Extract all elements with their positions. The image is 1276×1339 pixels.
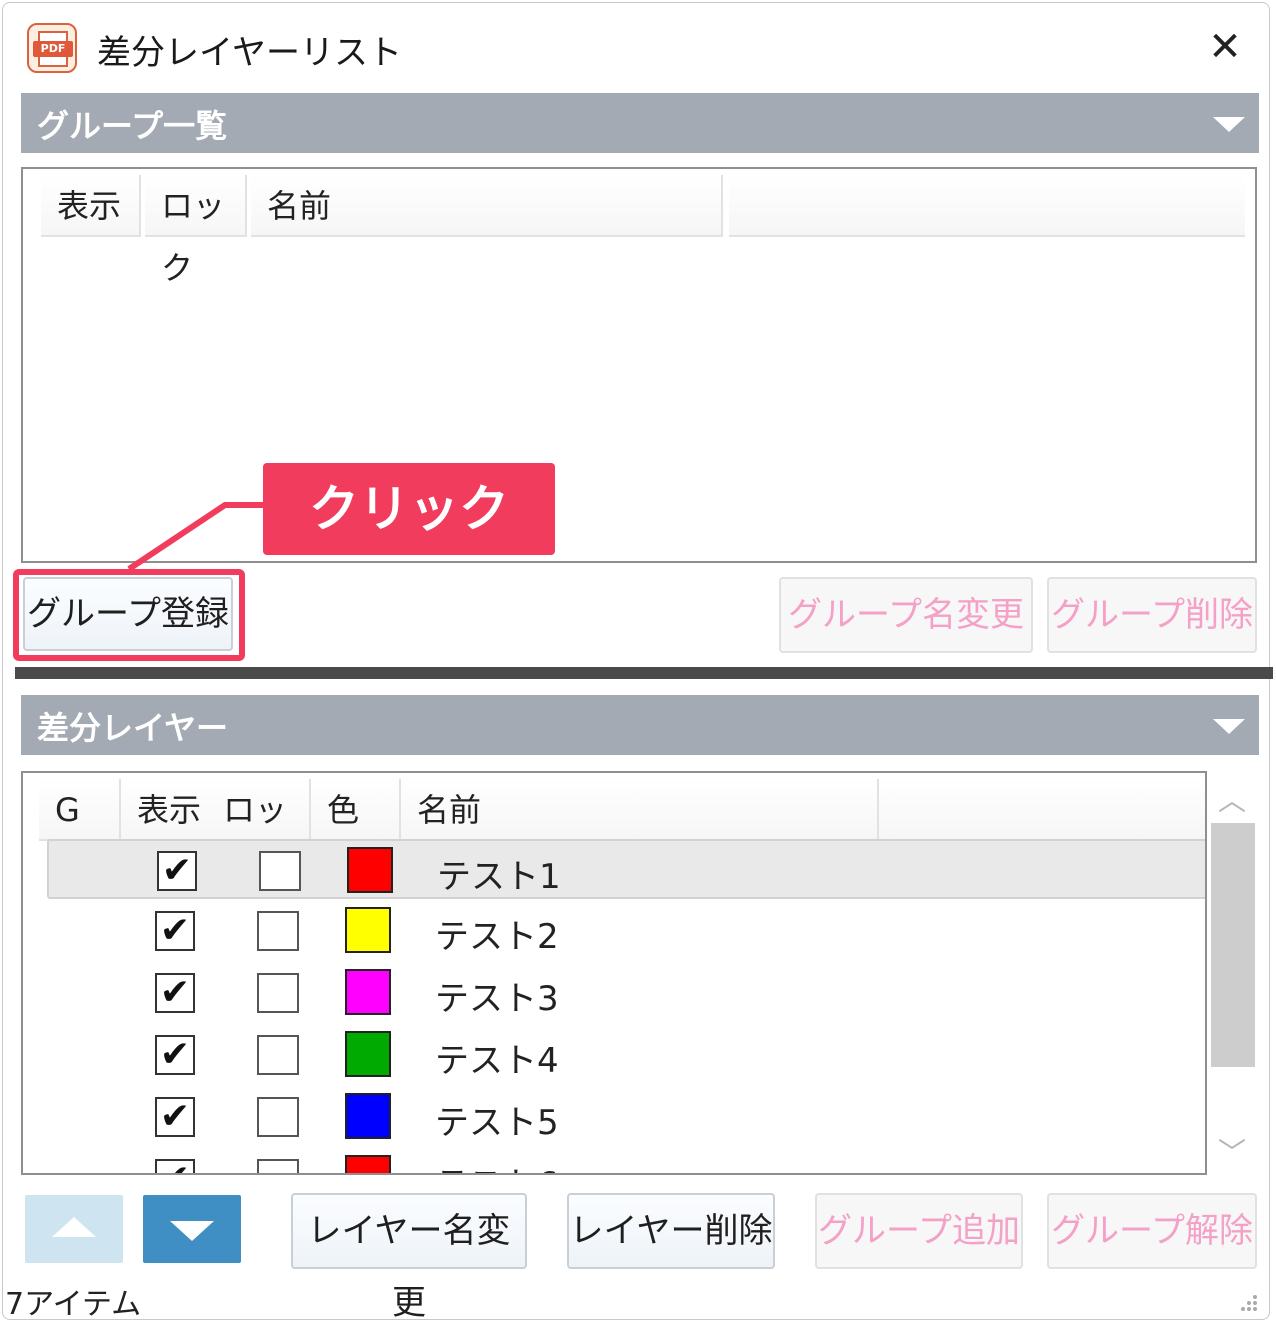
lock-checkbox[interactable] <box>259 851 301 891</box>
close-icon[interactable]: ✕ <box>1203 25 1247 69</box>
color-swatch[interactable] <box>347 847 393 893</box>
visible-checkbox[interactable]: ✔ <box>155 911 195 951</box>
color-swatch[interactable] <box>345 907 391 953</box>
layer-name: テスト1 <box>437 857 561 897</box>
lock-checkbox[interactable] <box>257 911 299 951</box>
visible-checkbox[interactable]: ✔ <box>155 1097 195 1137</box>
resize-grip-icon[interactable] <box>1235 1289 1259 1313</box>
lock-checkbox[interactable] <box>257 1097 299 1137</box>
layer-list-window: PDF 差分レイヤーリスト ✕ グループ一覧 表示 ロック 名前 グループ登録 … <box>2 2 1273 1323</box>
layer-name: テスト2 <box>435 917 559 957</box>
color-swatch[interactable] <box>345 1093 391 1139</box>
group-rename-button[interactable]: グループ名変更 <box>779 577 1033 653</box>
layer-row[interactable]: ✔ テスト1 <box>47 839 1205 899</box>
layer-list[interactable]: G 表示 ロック 色 名前 ✔ テスト1 ✔ テスト2 ✔ テスト3 ✔ テス <box>21 771 1207 1175</box>
splitter-bar[interactable] <box>15 667 1273 679</box>
layer-col-lock[interactable]: ロック <box>207 779 311 891</box>
layer-row[interactable]: ✔ テスト5 <box>47 1087 1205 1147</box>
group-col-empty <box>729 175 1245 237</box>
click-callout: クリック <box>263 463 555 555</box>
layer-section-title: 差分レイヤー <box>37 709 229 747</box>
layer-col-group[interactable]: G <box>39 779 121 841</box>
scroll-down-icon[interactable]: ﹀ <box>1209 1131 1255 1175</box>
layer-list-scrollbar[interactable]: ︿ ﹀ <box>1209 779 1255 1175</box>
layer-row[interactable]: ✔ テスト2 <box>47 901 1205 961</box>
visible-checkbox[interactable]: ✔ <box>155 1159 195 1173</box>
visible-checkbox[interactable]: ✔ <box>155 1035 195 1075</box>
arrow-up-icon <box>52 1217 96 1237</box>
visible-checkbox[interactable]: ✔ <box>157 851 197 891</box>
lock-checkbox[interactable] <box>257 973 299 1013</box>
layer-row[interactable]: ✔ テスト3 <box>47 963 1205 1023</box>
layer-delete-button[interactable]: レイヤー削除 <box>567 1193 775 1269</box>
group-add-button[interactable]: グループ追加 <box>815 1193 1023 1269</box>
layer-name: テスト6 <box>435 1157 559 1173</box>
layer-row[interactable]: ✔ テスト6 <box>47 1149 1205 1173</box>
layer-col-empty <box>879 779 1205 841</box>
layer-col-color[interactable]: 色 <box>311 779 401 841</box>
arrow-down-icon <box>170 1221 214 1241</box>
highlight-frame <box>13 569 245 661</box>
collapse-triangle-icon[interactable] <box>1213 117 1245 132</box>
visible-checkbox[interactable]: ✔ <box>155 973 195 1013</box>
color-swatch[interactable] <box>345 969 391 1015</box>
item-count-status: 7アイテム <box>5 1287 142 1322</box>
move-up-button[interactable] <box>25 1195 123 1263</box>
group-delete-button[interactable]: グループ削除 <box>1047 577 1257 653</box>
layer-name: テスト5 <box>435 1103 559 1143</box>
layer-section-header[interactable]: 差分レイヤー <box>21 695 1259 755</box>
layer-rename-button[interactable]: レイヤー名変更 <box>291 1193 527 1323</box>
color-swatch[interactable] <box>345 1155 391 1173</box>
layer-row[interactable]: ✔ テスト4 <box>47 1025 1205 1085</box>
scroll-thumb[interactable] <box>1211 823 1255 1067</box>
color-swatch[interactable] <box>345 1031 391 1077</box>
lock-checkbox[interactable] <box>257 1035 299 1075</box>
move-down-button[interactable] <box>143 1195 241 1263</box>
layer-name: テスト3 <box>435 979 559 1019</box>
group-release-button[interactable]: グループ解除 <box>1047 1193 1257 1269</box>
layer-name: テスト4 <box>435 1041 559 1081</box>
lock-checkbox[interactable] <box>257 1159 299 1173</box>
collapse-triangle-icon[interactable] <box>1213 719 1245 734</box>
scroll-up-icon[interactable]: ︿ <box>1209 779 1255 823</box>
layer-col-name[interactable]: 名前 <box>401 779 879 841</box>
